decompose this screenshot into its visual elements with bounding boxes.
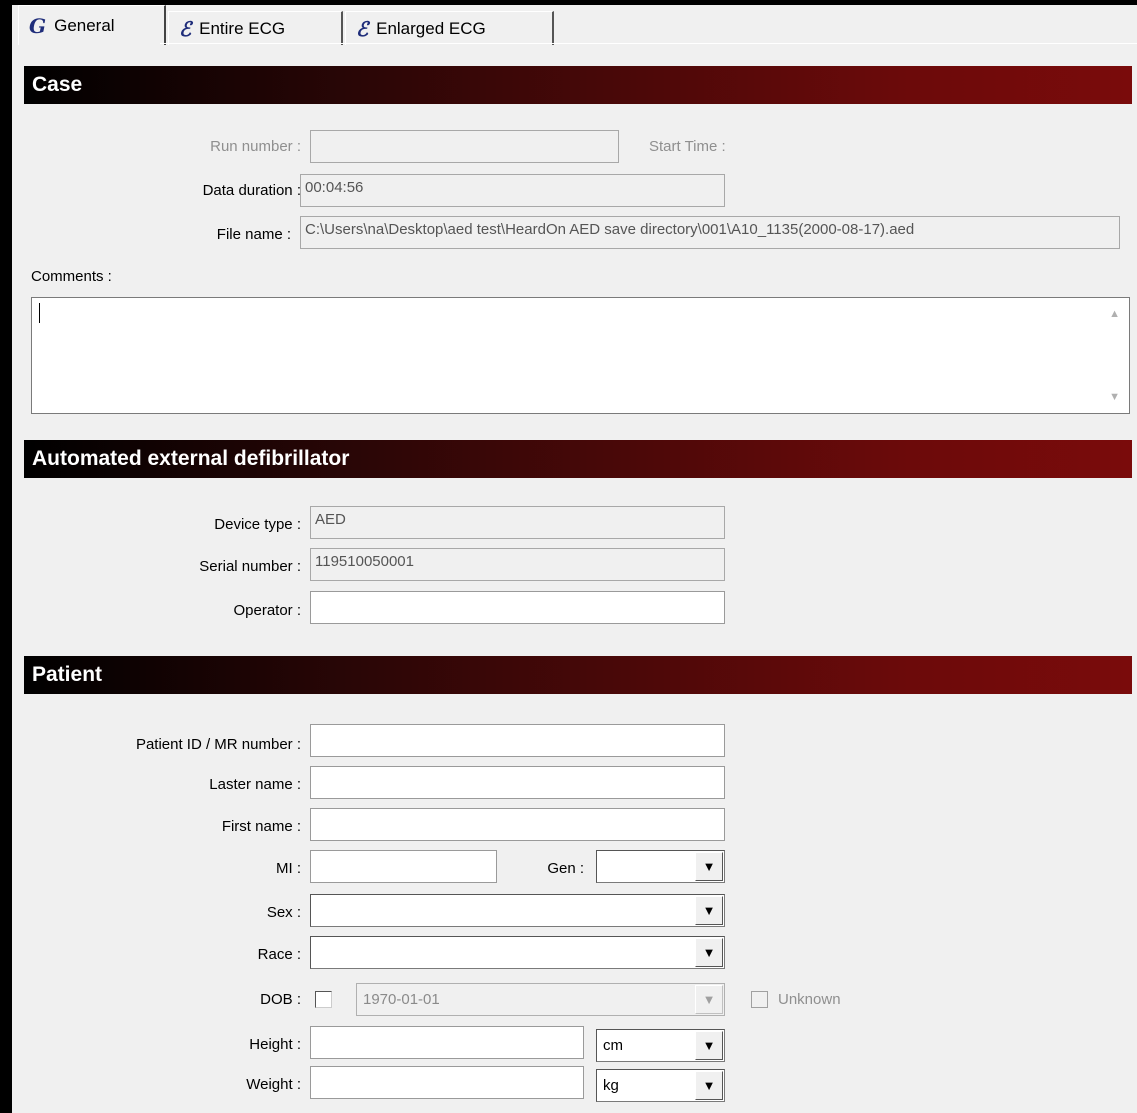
patient-header: Patient (24, 656, 1132, 694)
operator-label: Operator : (233, 602, 301, 619)
weight-unit-select[interactable]: kg ▼ (596, 1069, 725, 1102)
run-number-label: Run number : (210, 138, 301, 155)
serial-number-label: Serial number : (199, 558, 301, 575)
tab-enlarged-ecg[interactable]: ℰ Enlarged ECG (345, 11, 554, 45)
dob-checkbox[interactable] (315, 991, 332, 1008)
ecg-tab-icon: ℰ (179, 16, 192, 41)
tab-entire-ecg-label: Entire ECG (199, 18, 286, 38)
general-tab-icon: G (29, 13, 47, 38)
scroll-down-icon[interactable]: ▼ (1109, 391, 1120, 403)
scroll-up-icon[interactable]: ▲ (1109, 308, 1120, 320)
operator-input[interactable] (310, 591, 725, 624)
weight-label: Weight : (246, 1076, 301, 1093)
chevron-down-icon[interactable]: ▼ (695, 896, 723, 925)
race-select[interactable]: ▼ (310, 936, 725, 969)
comments-textarea[interactable]: ▲ ▼ (31, 297, 1130, 414)
chevron-down-icon[interactable]: ▼ (695, 1031, 723, 1060)
window: G General ℰ Entire ECG ℰ Enlarged ECG Ca… (0, 0, 1137, 1113)
tab-general-label: General (54, 15, 115, 35)
height-unit-select[interactable]: cm ▼ (596, 1029, 725, 1062)
dob-date-picker: 1970-01-01 ▼ (356, 983, 725, 1016)
weight-unit-value: kg (603, 1077, 619, 1094)
first-name-label: First name : (221, 818, 301, 835)
left-border (0, 0, 12, 1113)
patient-id-input[interactable] (310, 724, 725, 757)
tab-entire-ecg[interactable]: ℰ Entire ECG (168, 11, 343, 45)
aed-header: Automated external defibrillator (24, 440, 1132, 478)
chevron-down-icon: ▼ (695, 985, 723, 1014)
sex-select[interactable]: ▼ (310, 894, 725, 927)
dob-value: 1970-01-01 (363, 991, 440, 1008)
last-name-label: Laster name : (209, 776, 301, 793)
comments-scrollbar[interactable]: ▲ ▼ (1101, 298, 1129, 413)
tab-divider (160, 43, 1137, 44)
sex-label: Sex : (266, 904, 301, 921)
data-duration-label: Data duration : (202, 182, 301, 199)
race-label: Race : (257, 946, 301, 963)
chevron-down-icon[interactable]: ▼ (695, 852, 723, 881)
unknown-label: Unknown (778, 991, 841, 1008)
mi-input[interactable] (310, 850, 497, 883)
dob-label: DOB : (260, 991, 301, 1008)
run-number-field (310, 130, 619, 163)
text-caret (39, 303, 40, 323)
height-input[interactable] (310, 1026, 584, 1059)
patient-id-label: Patient ID / MR number : (135, 736, 301, 753)
chevron-down-icon[interactable]: ▼ (695, 938, 723, 967)
chevron-down-icon[interactable]: ▼ (695, 1071, 723, 1100)
ecg-tab-icon: ℰ (356, 16, 369, 41)
gen-label: Gen : (547, 860, 584, 877)
height-label: Height : (249, 1036, 301, 1053)
device-type-label: Device type : (214, 516, 301, 533)
unknown-checkbox (751, 991, 768, 1008)
start-time-label: Start Time : (649, 138, 726, 155)
gen-select[interactable]: ▼ (596, 850, 725, 883)
comments-label: Comments : (31, 268, 112, 285)
data-duration-field: 00:04:56 (300, 174, 725, 207)
file-name-label: File name : (216, 226, 291, 243)
device-type-field: AED (310, 506, 725, 539)
tab-enlarged-ecg-label: Enlarged ECG (376, 18, 486, 38)
weight-input[interactable] (310, 1066, 584, 1099)
height-unit-value: cm (603, 1037, 623, 1054)
mi-label: MI : (276, 860, 301, 877)
file-name-field: C:\Users\na\Desktop\aed test\HeardOn AED… (300, 216, 1120, 249)
serial-number-field: 119510050001 (310, 548, 725, 581)
tab-general[interactable]: G General (18, 5, 166, 45)
last-name-input[interactable] (310, 766, 725, 799)
first-name-input[interactable] (310, 808, 725, 841)
case-header: Case (24, 66, 1132, 104)
